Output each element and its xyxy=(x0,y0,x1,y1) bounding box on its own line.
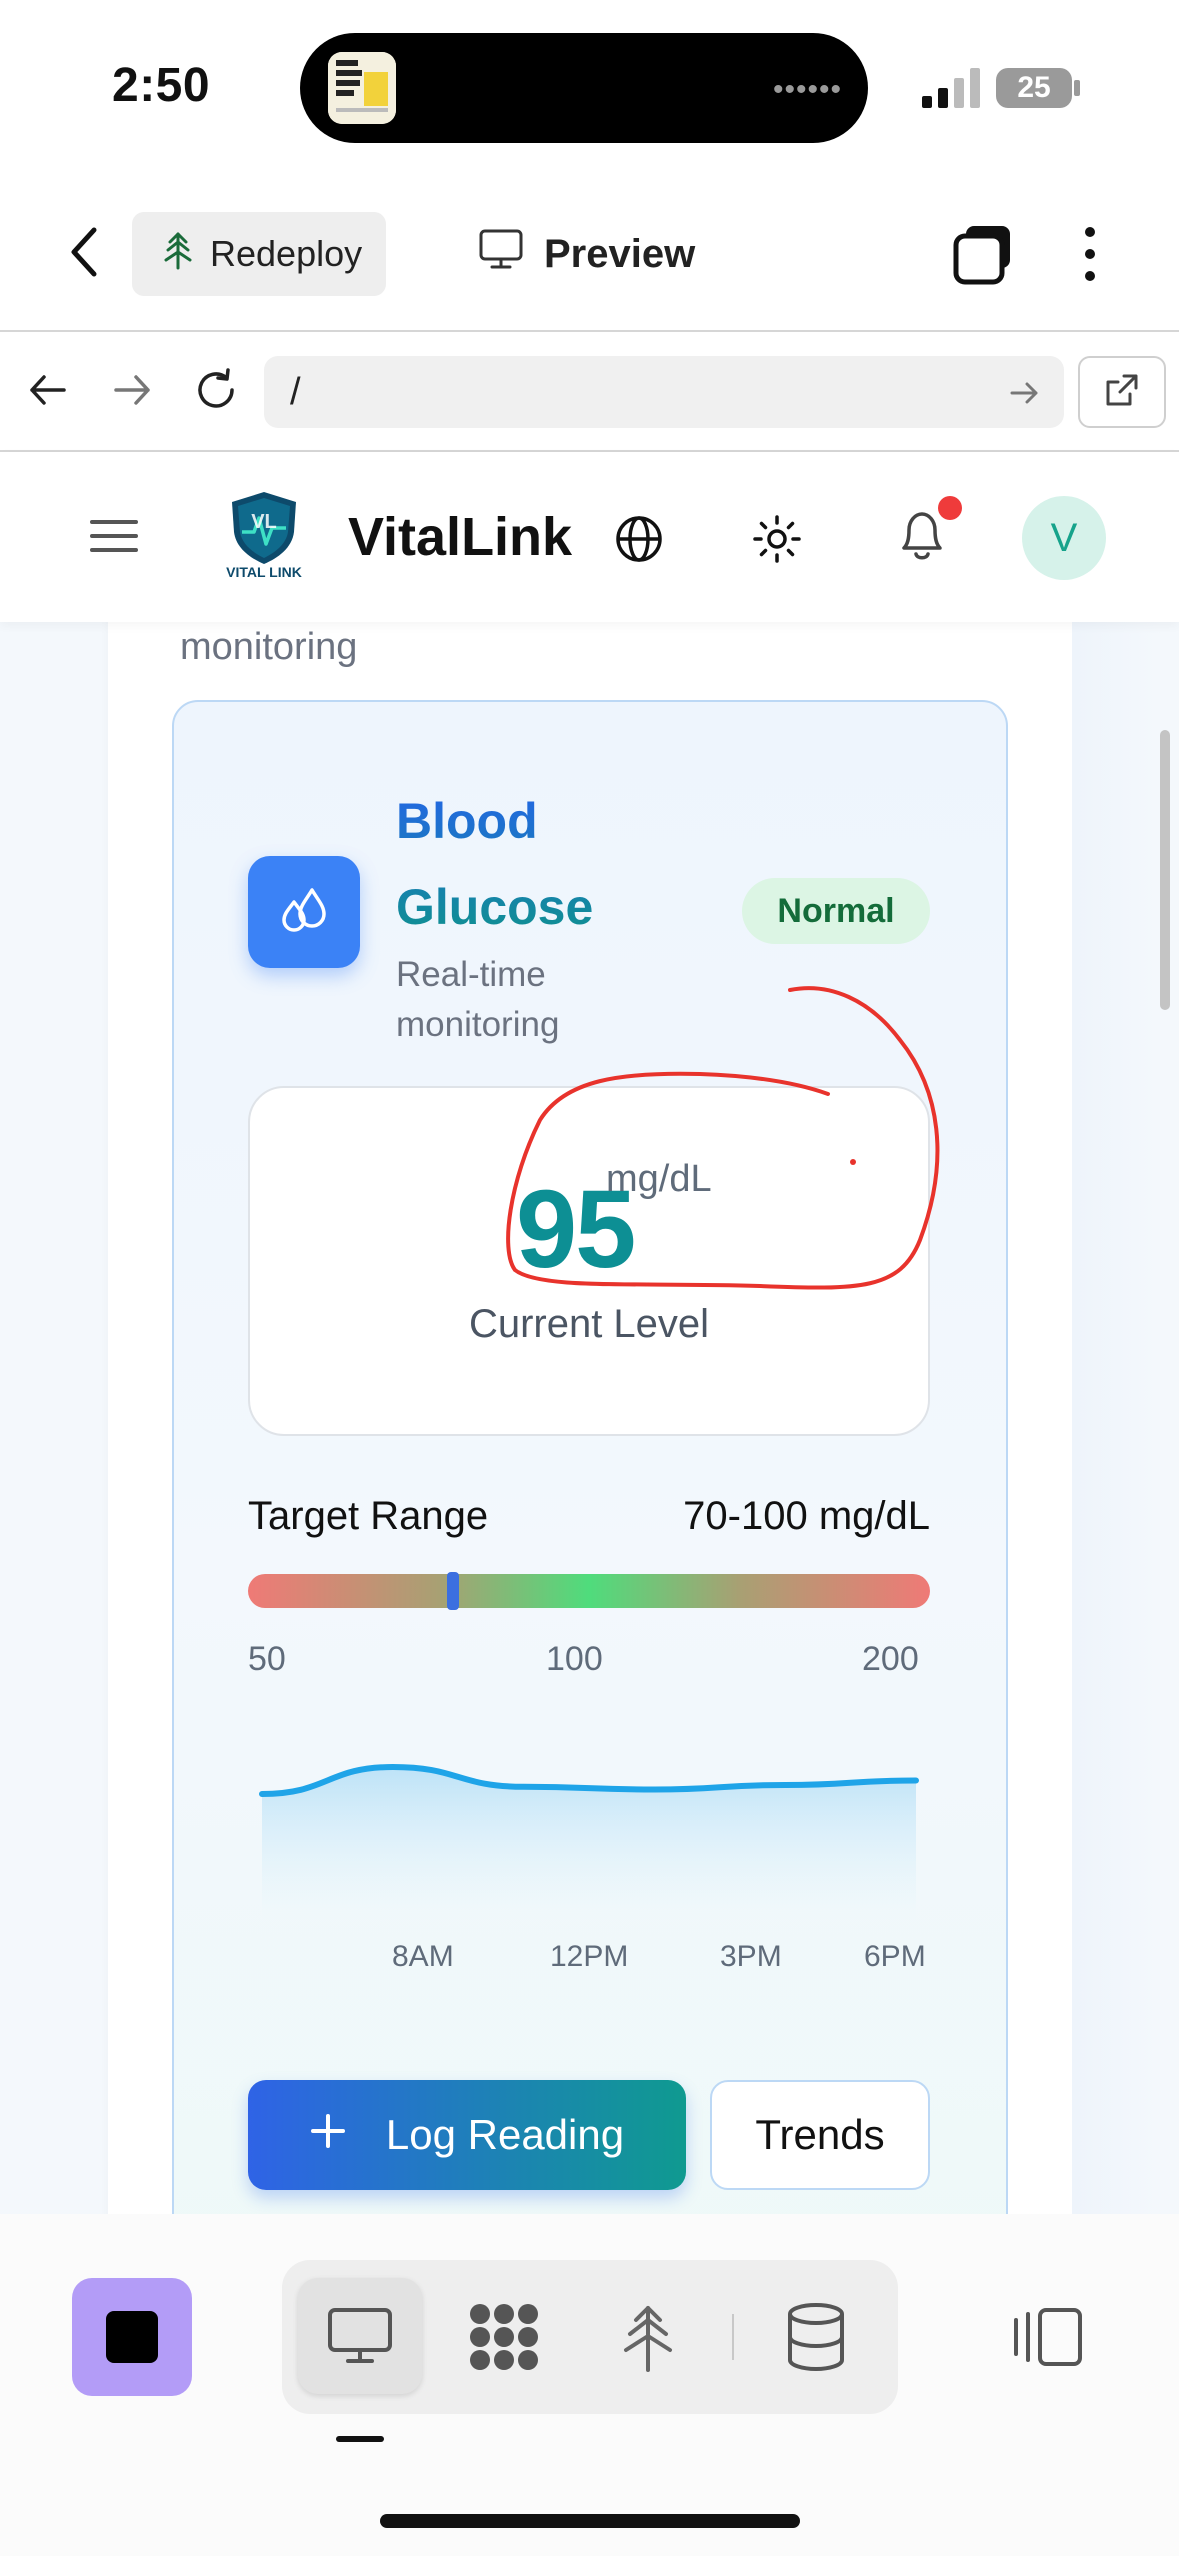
current-unit: mg/dL xyxy=(606,1158,712,1200)
log-reading-label: Log Reading xyxy=(385,2111,625,2158)
plus-icon xyxy=(310,2111,346,2159)
scrollbar[interactable] xyxy=(1160,730,1170,1010)
scale-tick: 50 xyxy=(248,1640,286,1678)
range-gradient-bar xyxy=(248,1574,930,1608)
preview-label: Preview xyxy=(544,231,696,276)
preview-button[interactable]: Preview xyxy=(478,222,695,286)
avatar[interactable]: V xyxy=(1022,496,1106,580)
time-label: 8AM xyxy=(392,1940,454,1973)
card-description-tail: monitoring xyxy=(180,626,358,668)
status-badge: Normal xyxy=(742,878,930,944)
scale-tick: 200 xyxy=(862,1640,919,1678)
app-header xyxy=(0,452,1179,622)
kebab-menu-icon[interactable] xyxy=(1078,224,1102,284)
url-go-arrow-icon[interactable] xyxy=(1008,376,1042,410)
url-input[interactable] xyxy=(264,356,1064,428)
back-chevron-icon[interactable] xyxy=(60,222,110,282)
desktop-preview-tool-icon[interactable] xyxy=(326,2306,394,2366)
log-reading-button[interactable]: Log Reading xyxy=(248,2080,686,2190)
toolbar-separator xyxy=(732,2314,734,2360)
trends-button[interactable]: Trends xyxy=(710,2080,930,2190)
database-tool-icon[interactable] xyxy=(784,2302,848,2372)
card-subtitle: Real-time monitoring xyxy=(396,955,560,1044)
content-gutter xyxy=(1072,622,1160,2214)
svg-text:VL: VL xyxy=(251,511,277,533)
brand-name: VitalLink xyxy=(348,507,573,567)
time-label: 6PM xyxy=(864,1940,926,1973)
tree-icon xyxy=(160,230,196,279)
target-range-value: 70-100 mg/dL xyxy=(683,1494,930,1538)
redeploy-label: Redeploy xyxy=(210,233,363,274)
glucose-icon-box xyxy=(248,856,360,968)
notification-dot xyxy=(938,496,962,520)
stop-button[interactable] xyxy=(72,2278,192,2396)
scale-tick: 100 xyxy=(546,1640,603,1678)
current-level-label: Current Level xyxy=(468,1302,710,1346)
logo-text: VITAL LINK xyxy=(226,564,302,580)
nav-forward-arrow-icon[interactable] xyxy=(110,368,154,412)
reload-icon[interactable] xyxy=(192,366,240,414)
target-range-label: Target Range xyxy=(248,1494,489,1538)
stop-square-icon xyxy=(106,2311,158,2363)
book-thumbnail-icon xyxy=(328,52,396,124)
topbar-divider xyxy=(0,330,1179,332)
redeploy-button[interactable]: Redeploy xyxy=(132,212,386,296)
range-marker xyxy=(446,1572,459,1610)
time-label: 12PM xyxy=(550,1940,629,1973)
status-time: 2:50 xyxy=(112,59,211,112)
panel-layout-icon[interactable] xyxy=(1010,2306,1084,2368)
hamburger-menu-icon[interactable] xyxy=(88,516,140,556)
open-external-button[interactable] xyxy=(1078,356,1166,428)
active-tool-indicator xyxy=(336,2436,384,2442)
droplets-icon xyxy=(274,880,334,945)
battery-indicator: 25 xyxy=(996,68,1072,108)
battery-tip xyxy=(1074,80,1080,96)
signal-icon xyxy=(920,66,984,115)
modules-tool-icon[interactable] xyxy=(466,2300,542,2374)
external-link-icon xyxy=(1102,370,1142,415)
card-title: Blood Glucose xyxy=(396,778,686,950)
time-label: 3PM xyxy=(720,1940,782,1973)
globe-icon[interactable] xyxy=(612,512,666,566)
home-indicator[interactable] xyxy=(380,2514,800,2528)
windows-icon[interactable] xyxy=(952,222,1016,286)
glucose-trend-sparkline xyxy=(259,1763,919,1920)
monitor-icon xyxy=(478,228,524,280)
sun-icon[interactable] xyxy=(752,514,802,564)
deploy-tool-icon[interactable] xyxy=(616,2300,680,2374)
island-dots: •••••• xyxy=(773,73,843,106)
nav-back-arrow-icon[interactable] xyxy=(26,368,70,412)
